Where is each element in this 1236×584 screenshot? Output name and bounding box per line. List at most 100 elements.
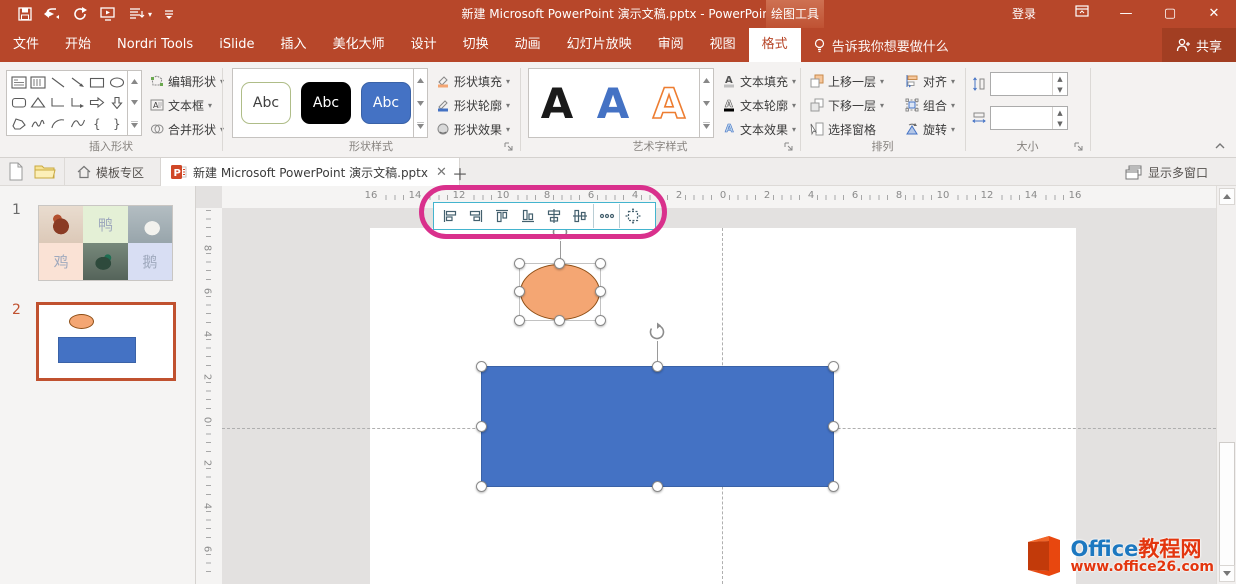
gallery-down-icon[interactable] [414, 92, 427, 115]
selection-handle-tm[interactable] [652, 361, 663, 372]
menu-tab-6[interactable]: 设计 [398, 28, 450, 62]
textbox-horizontal-icon[interactable] [9, 72, 29, 93]
menu-tab-4[interactable]: 插入 [268, 28, 320, 62]
slide-1-thumbnail[interactable]: 鸭鸡鹅 [38, 205, 173, 281]
rectangle-rotate-handle-icon[interactable] [647, 322, 667, 342]
menu-tab-2[interactable]: Nordri Tools [104, 28, 206, 62]
show-multiple-windows-button[interactable]: 显示多窗口 [1125, 158, 1208, 186]
rectangle-icon[interactable] [88, 72, 108, 93]
gallery-more-icon[interactable] [700, 114, 713, 137]
wordart-style-1[interactable]: A [595, 73, 631, 133]
text-effects-button[interactable]: A文本效果▾ [722, 118, 796, 140]
arrow-icon[interactable] [68, 72, 88, 93]
selection-handle-mr[interactable] [828, 421, 839, 432]
selection-handle-bm[interactable] [554, 315, 565, 326]
menu-tab-1[interactable]: 开始 [52, 28, 104, 62]
selection-handle-tl[interactable] [476, 361, 487, 372]
selection-handle-tr[interactable] [595, 258, 606, 269]
tell-me-box[interactable]: 告诉我你想要做什么 [801, 28, 961, 62]
freeform-icon[interactable] [9, 113, 29, 134]
menu-tab-9[interactable]: 幻灯片放映 [554, 28, 645, 62]
rounded-rectangle-icon[interactable] [9, 93, 29, 114]
selection-handle-tm[interactable] [554, 258, 565, 269]
menu-tab-10[interactable]: 审阅 [645, 28, 697, 62]
align-left-icon[interactable] [437, 204, 463, 228]
align-middle-vertical-icon[interactable] [567, 204, 593, 228]
text-outline-button[interactable]: A文本轮廓▾ [722, 94, 796, 116]
align-top-icon[interactable] [489, 204, 515, 228]
close-button[interactable]: ✕ [1192, 0, 1236, 28]
triangle-icon[interactable] [29, 93, 49, 114]
vertical-ruler[interactable]: 86420246 [196, 208, 222, 584]
text-fill-button[interactable]: A文本填充▾ [722, 70, 796, 92]
gallery-up-icon[interactable] [414, 69, 427, 92]
undo-icon[interactable] [44, 7, 62, 21]
gallery-down-icon[interactable] [128, 92, 141, 113]
line-icon[interactable] [48, 72, 68, 93]
menu-tab-11[interactable]: 视图 [697, 28, 749, 62]
selection-handle-bl[interactable] [476, 481, 487, 492]
height-down-icon[interactable]: ▼ [1053, 84, 1067, 95]
align-bottom-icon[interactable] [515, 204, 541, 228]
ribbon-display-options-icon[interactable] [1060, 0, 1104, 28]
collapse-ribbon-icon[interactable] [1214, 139, 1226, 153]
shape-style-tile-2[interactable]: Abc [361, 82, 411, 124]
minimize-button[interactable]: — [1104, 0, 1148, 28]
selection-handle-ml[interactable] [476, 421, 487, 432]
shape-style-tile-1[interactable]: Abc [301, 82, 351, 124]
textbox-vertical-icon[interactable] [29, 72, 49, 93]
selection-handle-br[interactable] [595, 315, 606, 326]
shape-effects-button[interactable]: 形状效果▾ [436, 118, 510, 140]
brace-right-icon[interactable]: } [107, 113, 127, 134]
gallery-up-icon[interactable] [700, 69, 713, 92]
slide-2-thumbnail[interactable] [36, 302, 176, 381]
ellipse-icon[interactable] [107, 72, 127, 93]
shape-styles-dialog-launcher[interactable] [504, 141, 516, 153]
new-tab-icon[interactable]: ＋ [452, 161, 468, 185]
elbow-arrow-icon[interactable] [68, 93, 88, 114]
rotate-button[interactable]: 旋转▾ [905, 118, 955, 140]
size-dialog-launcher[interactable] [1074, 141, 1086, 153]
send-backward-button[interactable]: 下移一层▾ [810, 94, 884, 116]
gallery-more-icon[interactable] [414, 114, 427, 137]
selection-pane-button[interactable]: 选择窗格 [810, 118, 884, 140]
brace-left-icon[interactable]: { [88, 113, 108, 134]
selection-handle-br[interactable] [828, 481, 839, 492]
text-box-button[interactable]: A文本框▾ [150, 94, 224, 116]
arc-icon[interactable] [48, 113, 68, 134]
menu-tab-3[interactable]: iSlide [206, 28, 267, 62]
customize-qat-icon[interactable] [164, 7, 174, 21]
menu-tab-7[interactable]: 切换 [450, 28, 502, 62]
share-button[interactable]: 共享 [1162, 28, 1236, 62]
open-folder-icon[interactable] [34, 162, 56, 183]
selection-handle-bm[interactable] [652, 481, 663, 492]
shape-outline-button[interactable]: 形状轮廓▾ [436, 94, 510, 116]
wordart-style-2[interactable]: A [651, 73, 687, 133]
shape-style-tile-0[interactable]: Abc [241, 82, 291, 124]
autofit-size-icon[interactable] [619, 204, 645, 228]
wordart-style-0[interactable]: A [539, 73, 575, 133]
selection-handle-ml[interactable] [514, 286, 525, 297]
more-options-icon[interactable] [593, 204, 619, 228]
menu-tab-8[interactable]: 动画 [502, 28, 554, 62]
menu-tab-12[interactable]: 格式 [749, 28, 801, 62]
selection-handle-tr[interactable] [828, 361, 839, 372]
curve-icon[interactable] [68, 113, 88, 134]
scroll-up-icon[interactable] [1219, 188, 1235, 205]
shape-fill-button[interactable]: 形状填充▾ [436, 70, 510, 92]
gallery-up-icon[interactable] [128, 71, 141, 92]
scroll-down-icon[interactable] [1219, 565, 1235, 582]
bring-forward-button[interactable]: 上移一层▾ [810, 70, 884, 92]
gallery-down-icon[interactable] [700, 92, 713, 115]
merge-shapes-button[interactable]: 合并形状▾ [150, 118, 224, 140]
maximize-button[interactable]: ▢ [1148, 0, 1192, 28]
template-zone-tab[interactable]: 模板专区 [64, 158, 156, 186]
align-right-icon[interactable] [463, 204, 489, 228]
edit-shape-button[interactable]: 编辑形状▾ [150, 70, 224, 92]
vertical-scrollbar[interactable] [1216, 186, 1236, 584]
selection-handle-bl[interactable] [514, 315, 525, 326]
new-document-icon[interactable] [8, 162, 24, 184]
wordart-styles-dialog-launcher[interactable] [784, 141, 796, 153]
document-tab[interactable]: P 新建 Microsoft PowerPoint 演示文稿.pptx ✕ [160, 158, 460, 186]
sign-in-button[interactable]: 登录 [1012, 0, 1036, 28]
